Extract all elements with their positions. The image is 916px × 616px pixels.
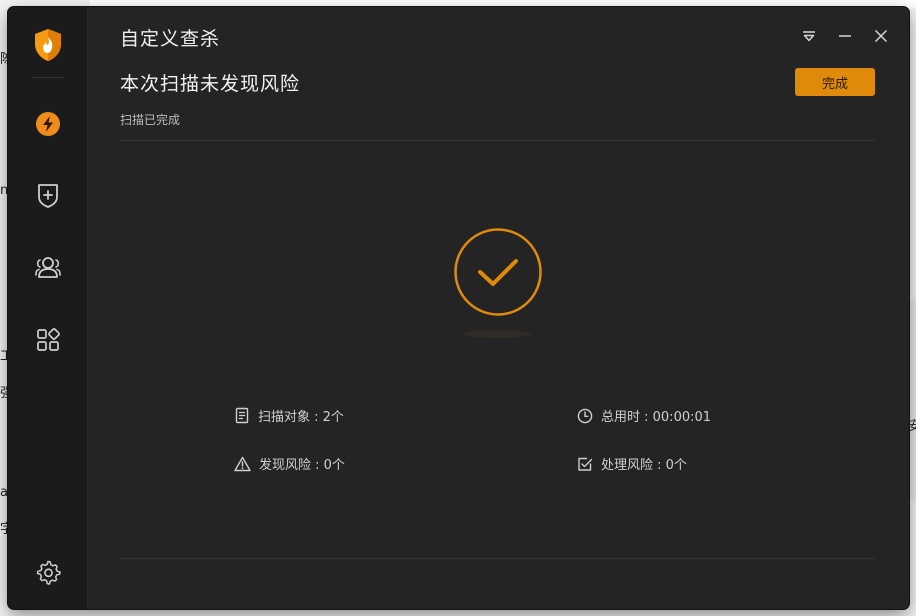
sidebar-item-tools[interactable] (33, 325, 63, 355)
window-title: 自定义查杀 (120, 28, 221, 50)
gear-icon (36, 560, 61, 585)
stat-scan-objects: 扫描对象 : 2个 (234, 406, 344, 425)
bottom-divider (120, 558, 875, 559)
triangle-menu-icon (803, 31, 815, 42)
minimize-icon (839, 35, 851, 37)
success-check-icon (453, 227, 543, 317)
shield-flame-logo-icon (32, 27, 64, 63)
custom-scan-window: 自定义查杀 本次扫描未发现风险 扫描已完成 完成 扫描对象: 2个 总用时:… (8, 7, 909, 609)
minimize-button[interactable] (835, 27, 855, 45)
stat-total-time: 总用时 : 00:00:01 (577, 406, 711, 425)
top-divider (120, 140, 875, 141)
stat-risks-handled: 处理风险 : 0个 (577, 454, 687, 473)
warning-icon (234, 456, 251, 471)
sidebar (8, 7, 88, 609)
clock-icon (577, 408, 593, 423)
menu-dropdown-button[interactable] (799, 27, 819, 45)
background-text: a (0, 485, 8, 500)
shield-plus-icon (38, 184, 58, 208)
close-icon (874, 29, 888, 43)
background-window-edge-right (908, 300, 916, 500)
stat-risks-found: 发现风险 : 0个 (234, 454, 345, 473)
window-controls (799, 27, 891, 45)
apps-grid-icon (37, 328, 60, 351)
stat-total-time-label: 总用时 : 00:00:01 (601, 410, 712, 425)
logo-divider (32, 77, 64, 78)
stat-risks-handled-label: 处理风险 : 0个 (601, 458, 687, 473)
done-button[interactable]: 完成 (795, 68, 875, 96)
users-icon (35, 257, 61, 278)
scan-result-headline: 本次扫描未发现风险 (120, 73, 301, 95)
sidebar-item-settings[interactable] (33, 557, 63, 587)
sidebar-item-protection[interactable] (33, 180, 63, 210)
stat-risks-found-label: 发现风险 : 0个 (259, 458, 345, 473)
close-button[interactable] (871, 27, 891, 45)
lightning-icon (36, 112, 60, 136)
checkbox-checked-icon (578, 457, 593, 471)
background-text: n (0, 183, 9, 198)
check-shadow (463, 330, 531, 338)
sidebar-item-family[interactable] (33, 252, 63, 282)
sidebar-item-speed-boost[interactable] (33, 109, 63, 139)
document-icon (235, 407, 249, 424)
stat-scan-objects-label: 扫描对象 : 2个 (258, 410, 344, 425)
scan-status-text: 扫描已完成 (120, 113, 181, 127)
background-text: 安 (908, 419, 916, 434)
main-panel: 自定义查杀 本次扫描未发现风险 扫描已完成 完成 扫描对象: 2个 总用时:… (88, 7, 909, 609)
